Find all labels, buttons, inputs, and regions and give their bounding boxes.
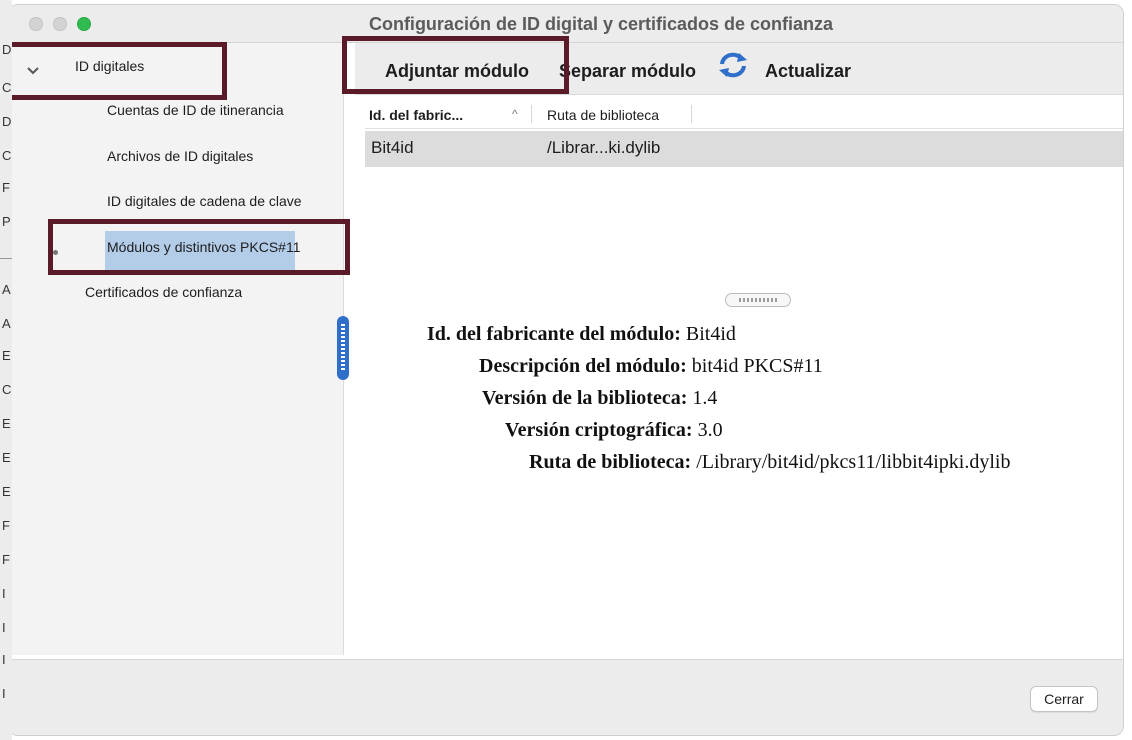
bg-edge-letter: I xyxy=(2,652,6,667)
detail-value: bit4id PKCS#11 xyxy=(691,355,823,377)
window-title: Configuración de ID digital y certificad… xyxy=(368,14,834,34)
column-header-library-path[interactable]: Ruta de biblioteca xyxy=(547,107,659,123)
sort-ascending-icon[interactable]: ^ xyxy=(512,107,518,121)
cell-manufacturer: Bit4id xyxy=(371,138,414,157)
bg-edge-letter: F xyxy=(2,552,10,567)
bg-edge-letter: D xyxy=(2,42,12,57)
sidebar: ID digitales Cuentas de ID de itineranci… xyxy=(9,43,343,655)
detail-label: Ruta de biblioteca: xyxy=(529,451,692,473)
column-divider xyxy=(691,105,692,123)
bg-edge-letter: P xyxy=(2,214,11,229)
sidebar-item-id-files[interactable]: Archivos de ID digitales xyxy=(107,148,253,164)
sidebar-item-keychain-ids[interactable]: ID digitales de cadena de clave xyxy=(107,193,302,209)
bg-edge-letter: E xyxy=(2,484,11,499)
bg-edge-letter: A xyxy=(2,282,11,297)
detail-value: /Library/bit4id/pkcs11/libbit4ipki.dylib xyxy=(696,451,1011,473)
detail-label: Descripción del módulo: xyxy=(479,355,687,377)
bg-edge-divider xyxy=(0,258,12,259)
detail-library-version: Versión de la biblioteca: 1.4 xyxy=(482,387,717,410)
bg-edge-letter: C xyxy=(2,382,12,397)
detail-value: 3.0 xyxy=(697,419,723,441)
bg-edge-letter: E xyxy=(2,416,11,431)
annotation-highlight-box xyxy=(0,42,227,100)
sidebar-item-roaming-ids[interactable]: Cuentas de ID de itinerancia xyxy=(107,102,284,118)
grip-icon xyxy=(739,298,777,302)
detail-library-path: Ruta de biblioteca: /Library/bit4id/pkcs… xyxy=(529,451,1010,474)
column-header-manufacturer[interactable]: Id. del fabric... xyxy=(369,107,463,123)
module-table-header: Id. del fabric... ^ Ruta de biblioteca xyxy=(365,101,1123,129)
detail-manufacturer: Id. del fabricante del módulo: Bit4id xyxy=(427,323,736,346)
column-divider xyxy=(531,105,532,123)
detail-crypto-version: Versión criptográfica: 3.0 xyxy=(505,419,723,442)
settings-dialog: Configuración de ID digital y certificad… xyxy=(8,4,1124,736)
bg-edge-letter: F xyxy=(2,518,10,533)
detail-label: Versión criptográfica: xyxy=(505,419,693,441)
cell-library-path: /Librar...ki.dylib xyxy=(547,138,661,157)
table-row[interactable]: Bit4id /Librar...ki.dylib xyxy=(365,131,1123,167)
bg-edge-letter: F xyxy=(2,180,10,195)
detail-value: 1.4 xyxy=(692,387,718,409)
refresh-icon[interactable] xyxy=(718,51,748,79)
detail-value: Bit4id xyxy=(685,323,736,345)
detach-module-button[interactable]: Separar módulo xyxy=(559,61,696,82)
bg-edge-letter: E xyxy=(2,348,11,363)
detail-description: Descripción del módulo: bit4id PKCS#11 xyxy=(479,355,823,378)
bg-edge-letter: A xyxy=(2,316,11,331)
grip-icon xyxy=(341,324,345,372)
bg-edge-letter: I xyxy=(2,686,6,701)
detail-label: Id. del fabricante del módulo: xyxy=(427,323,681,345)
close-button[interactable]: Cerrar xyxy=(1030,686,1098,712)
detail-label: Versión de la biblioteca: xyxy=(482,387,688,409)
bg-edge-letter: C xyxy=(2,148,12,163)
background-window-edge: D C D C F P A A E C E E E F F I I I I xyxy=(0,0,12,740)
dialog-footer xyxy=(9,659,1123,735)
bg-edge-letter: I xyxy=(2,620,6,635)
bg-edge-letter: E xyxy=(2,450,11,465)
bg-edge-letter: C xyxy=(2,80,12,95)
sidebar-item-trusted-certificates[interactable]: Certificados de confianza xyxy=(85,284,242,300)
refresh-button[interactable]: Actualizar xyxy=(765,61,851,82)
annotation-highlight-box xyxy=(342,36,569,94)
bg-edge-letter: D xyxy=(2,114,12,129)
bg-edge-letter: I xyxy=(2,586,6,601)
annotation-highlight-box xyxy=(48,219,350,275)
